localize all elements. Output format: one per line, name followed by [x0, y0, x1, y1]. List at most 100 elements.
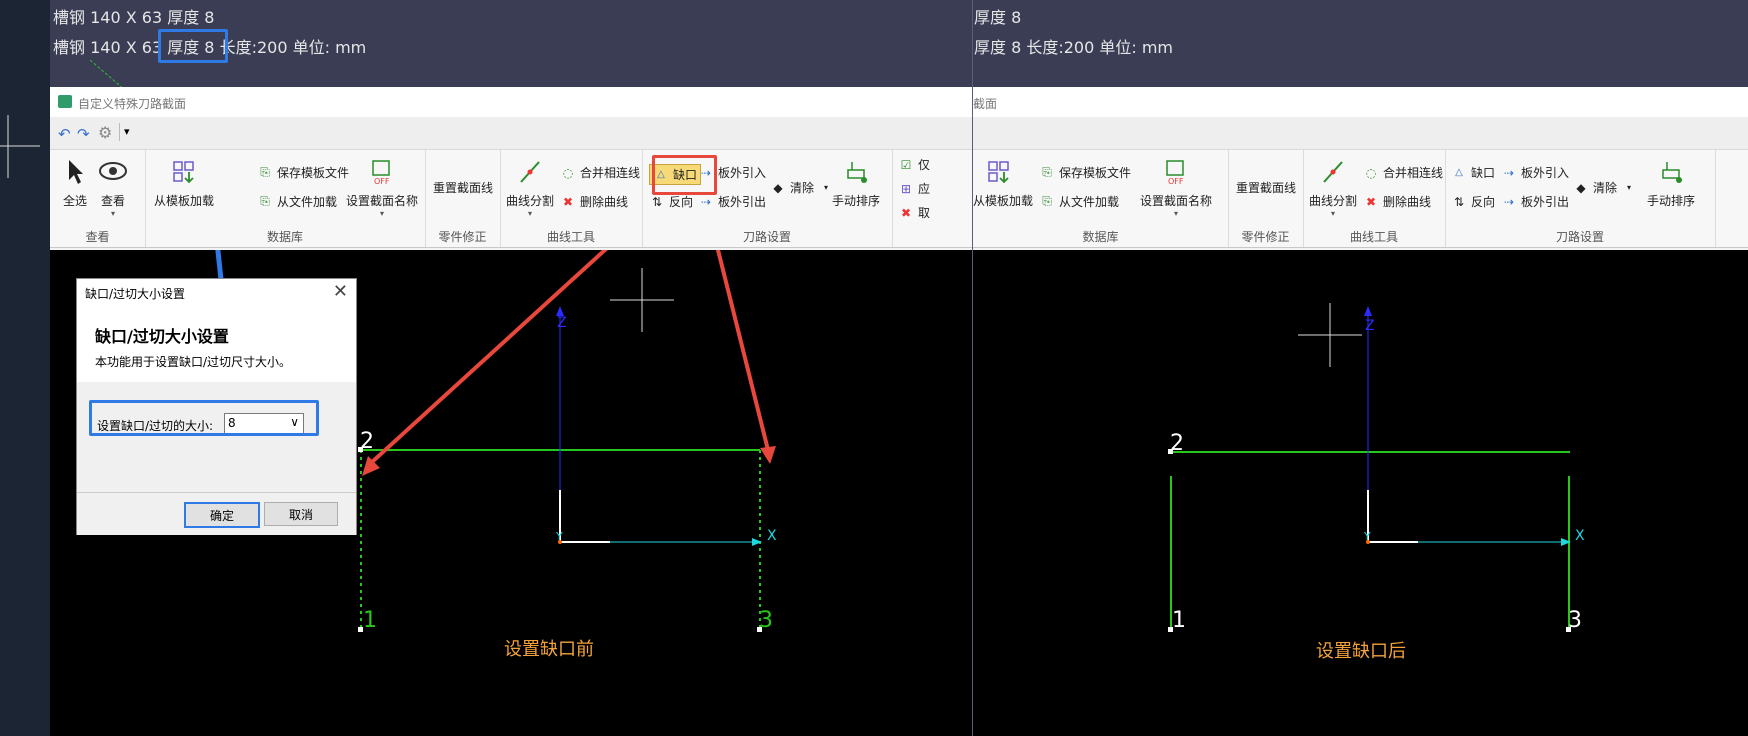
manual-sort-button[interactable]: 手动排序 [828, 158, 884, 209]
dialog-heading: 缺口/过切大小设置 [95, 327, 229, 346]
set-section-name-label-right: 设置截面名称 [1139, 194, 1212, 208]
ribbon-right: 从模板加载 ⎘ 保存模板文件 ⎘ 从文件加载 OFF 设置截面名称 ▾ 数据库 … [973, 150, 1748, 248]
eye-icon [99, 162, 127, 180]
clear-dropdown-icon: ▾ [1627, 183, 1632, 192]
field-highlight-box [89, 400, 319, 436]
x-axis-label: X [767, 528, 777, 544]
cut-option-2[interactable]: ⊞ 应 [898, 180, 930, 197]
axes-left [556, 306, 762, 546]
z-axis-label: Z [557, 315, 567, 331]
manual-sort-label-right: 手动排序 [1646, 194, 1695, 208]
lead-out-icon: ⇢ [1503, 194, 1515, 209]
select-all-button[interactable]: 全选 [60, 158, 90, 209]
settings-gear-icon[interactable]: ⚙ [98, 123, 112, 142]
reverse-button-right[interactable]: ⇅ 反向 [1451, 193, 1495, 210]
notch-button-right[interactable]: △ 缺口 [1451, 164, 1495, 181]
notch-icon: △ [1455, 167, 1463, 178]
set-section-name-button-right[interactable]: OFF 设置截面名称 ▾ [1139, 158, 1213, 218]
check-box-icon: ☑ [900, 157, 912, 172]
reset-section-line-button[interactable]: 重置截面线 [433, 179, 493, 196]
clear-label-right: 清除 [1593, 181, 1618, 195]
reverse-arrows-icon: ⇅ [1453, 194, 1465, 209]
delete-curve-button[interactable]: ✖ 删除曲线 [560, 193, 628, 210]
load-from-file-button[interactable]: ⎘ 从文件加载 [257, 193, 337, 210]
reverse-label-right: 反向 [1471, 195, 1496, 209]
group-label-database-right: 数据库 [1082, 230, 1119, 244]
cancel-x-icon: ✖ [900, 205, 912, 220]
curve-split-label-right: 曲线分割 [1309, 194, 1358, 208]
lead-out-button[interactable]: ⇢ 板外引出 [698, 193, 766, 210]
load-template-label: 从模板加载 [153, 194, 214, 208]
curve-split-dropdown-icon: ▾ [1330, 209, 1335, 218]
ok-button[interactable]: 确定 [184, 502, 260, 528]
clear-diamond-icon: ◆ [773, 180, 783, 195]
view-label: 查看 [100, 194, 125, 208]
cad-cursor-crosshair-left [610, 268, 674, 332]
manual-sort-button-right[interactable]: 手动排序 [1641, 158, 1701, 209]
curve-split-label: 曲线分割 [506, 194, 555, 208]
lead-in-label: 板外引入 [718, 166, 767, 180]
load-file-icon: ⎘ [260, 194, 270, 208]
app-icon [58, 95, 72, 108]
save-template-file-button-right[interactable]: ⎘ 保存模板文件 [1039, 164, 1131, 181]
cut-option-1[interactable]: ☑ 仅 [898, 156, 930, 173]
load-file-icon: ⎘ [1042, 194, 1052, 208]
ribbon-group-clipped: ☑ 仅 ⊞ 应 ✖ 取 [892, 150, 972, 247]
z-axis-arrow-right [1364, 306, 1372, 316]
point-1-label-after: 1 [1172, 608, 1186, 633]
cad-cursor-crosshair-right [1298, 303, 1362, 367]
dialog-description: 本功能用于设置缺口/过切尺寸大小。 [95, 355, 292, 369]
cut-option-3[interactable]: ✖ 取 [898, 204, 930, 221]
notch-size-dialog: 缺口/过切大小设置 ✕ 缺口/过切大小设置 本功能用于设置缺口/过切尺寸大小。 … [76, 278, 357, 535]
load-from-file-button-right[interactable]: ⎘ 从文件加载 [1039, 193, 1119, 210]
dialog-close-icon[interactable]: ✕ [333, 281, 348, 302]
window-title: 自定义特殊刀路截面 [78, 97, 187, 111]
red-arrow-right-head [760, 446, 776, 464]
reverse-label: 反向 [669, 195, 694, 209]
y-axis-label: Y [556, 530, 563, 543]
quick-access-toolbar-right [973, 117, 1748, 150]
redo-icon[interactable]: ↷ [77, 125, 90, 143]
cad-section-text-right-2: 厚度 8 长度:200 单位: mm [974, 38, 1174, 57]
group-label-toolpath: 刀路设置 [742, 230, 791, 244]
clear-button-right[interactable]: ◆ 清除 ▾ [1573, 179, 1631, 196]
save-template-label: 保存模板文件 [277, 166, 350, 180]
undo-icon[interactable]: ↶ [58, 125, 71, 143]
ribbon-group-database-right: 从模板加载 ⎘ 保存模板文件 ⎘ 从文件加载 OFF 设置截面名称 ▾ 数据库 [973, 150, 1229, 247]
merge-connected-lines-button-right[interactable]: ◌ 合并相连线 [1363, 164, 1443, 181]
lead-in-icon: ⇢ [1503, 165, 1515, 180]
lead-in-button-right[interactable]: ⇢ 板外引入 [1501, 164, 1569, 181]
save-template-file-button[interactable]: ⎘ 保存模板文件 [257, 164, 349, 181]
curve-split-button-right[interactable]: 曲线分割 ▾ [1309, 158, 1357, 218]
load-from-template-button[interactable]: 从模板加载 [153, 158, 215, 209]
view-button[interactable]: 查看 ▾ [94, 158, 132, 218]
reset-section-line-button-right[interactable]: 重置截面线 [1236, 179, 1296, 196]
merge-connected-lines-button[interactable]: ◌ 合并相连线 [560, 164, 640, 181]
lead-out-button-right[interactable]: ⇢ 板外引出 [1501, 193, 1569, 210]
axes-right [1364, 306, 1571, 546]
cut-option-2-label: 应 [918, 182, 931, 196]
reverse-button[interactable]: ⇅ 反向 [649, 193, 693, 210]
load-from-template-button-right[interactable]: 从模板加载 [973, 158, 1033, 209]
clear-button[interactable]: ◆ 清除 ▾ [770, 179, 828, 196]
grid-apply-icon: ⊞ [900, 181, 912, 196]
z-axis-label-right: Z [1365, 318, 1375, 334]
set-section-name-button[interactable]: OFF 设置截面名称 ▾ [345, 158, 419, 218]
lead-in-label-right: 板外引入 [1521, 166, 1570, 180]
section-name-dropdown-icon: ▾ [1173, 209, 1178, 218]
delete-curve-button-right[interactable]: ✖ 删除曲线 [1363, 193, 1431, 210]
lead-out-label: 板外引出 [718, 195, 767, 209]
caption-after-notch: 设置缺口后 [1316, 641, 1406, 662]
curve-split-dropdown-icon: ▾ [527, 209, 532, 218]
cad-section-text-right-1: 厚度 8 [974, 8, 1022, 27]
svg-text:OFF: OFF [1168, 177, 1184, 186]
view-dropdown-icon: ▾ [110, 209, 115, 218]
ribbon-group-view: 全选 查看 ▾ 查看 [50, 150, 146, 247]
curve-split-button[interactable]: 曲线分割 ▾ [506, 158, 554, 218]
save-file-icon: ⎘ [1042, 165, 1052, 179]
lead-out-label-right: 板外引出 [1521, 195, 1570, 209]
customize-dropdown-icon[interactable]: ▾ [124, 125, 130, 138]
cancel-button[interactable]: 取消 [264, 502, 338, 526]
window-titlebar-right: 截面 [973, 87, 1748, 117]
group-label-database: 数据库 [266, 230, 303, 244]
